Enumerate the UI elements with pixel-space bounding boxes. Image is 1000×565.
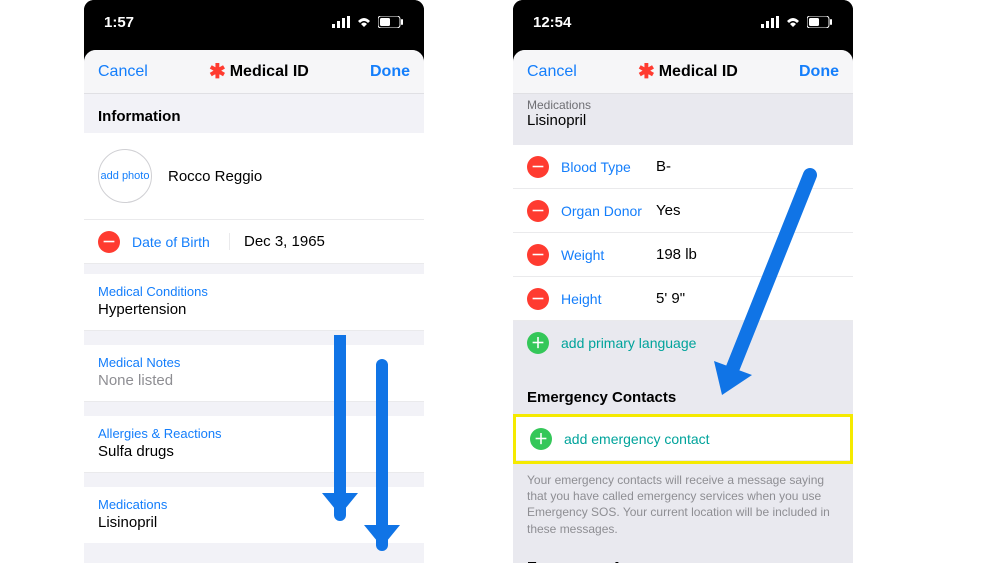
name-field[interactable]: Rocco Reggio bbox=[168, 168, 410, 185]
row-label: Organ Donor bbox=[561, 203, 656, 219]
section-header-information: Information bbox=[84, 94, 424, 133]
status-time: 12:54 bbox=[533, 14, 571, 31]
row-value[interactable]: B- bbox=[656, 158, 839, 175]
info-row-blood-type[interactable]: － Blood TypeB- bbox=[513, 145, 853, 189]
add-icon[interactable]: ＋ bbox=[527, 332, 549, 354]
section-header-contacts: Emergency Contacts bbox=[513, 365, 853, 414]
battery-icon bbox=[378, 16, 404, 28]
notes-value[interactable]: None listed bbox=[98, 372, 410, 389]
row-value[interactable]: 5' 9" bbox=[656, 290, 839, 307]
navbar: Cancel ✱ Medical ID Done bbox=[513, 50, 853, 94]
wifi-icon bbox=[785, 16, 801, 28]
allergies-label: Allergies & Reactions bbox=[98, 426, 410, 441]
row-label: Blood Type bbox=[561, 159, 656, 175]
medications-block[interactable]: Medications Lisinopril bbox=[84, 487, 424, 543]
add-icon[interactable]: ＋ bbox=[530, 428, 552, 450]
remove-icon[interactable]: － bbox=[527, 200, 549, 222]
title-text: Medical ID bbox=[659, 63, 738, 81]
cancel-button[interactable]: Cancel bbox=[98, 63, 148, 81]
status-icons bbox=[761, 16, 833, 28]
signal-icon bbox=[761, 16, 779, 28]
dob-label: Date of Birth bbox=[132, 234, 227, 250]
notes-label: Medical Notes bbox=[98, 355, 410, 370]
page-title: ✱ Medical ID bbox=[209, 62, 309, 82]
status-bar: 1:57 bbox=[84, 0, 424, 44]
section-header-access: Emergency Access bbox=[513, 549, 853, 563]
sheet: Cancel ✱ Medical ID Done Medications Lis… bbox=[513, 50, 853, 563]
navbar: Cancel ✱ Medical ID Done bbox=[84, 50, 424, 94]
done-button[interactable]: Done bbox=[370, 63, 410, 81]
phone-left: 1:57 Cancel ✱ Medical ID Done Informatio… bbox=[84, 0, 424, 563]
medications-peek: Medications Lisinopril bbox=[513, 94, 853, 135]
info-row-weight[interactable]: － Weight198 lb bbox=[513, 233, 853, 277]
medical-id-icon: ✱ bbox=[209, 62, 226, 82]
row-value[interactable]: Yes bbox=[656, 202, 839, 219]
conditions-value[interactable]: Hypertension bbox=[98, 301, 410, 318]
row-label: Weight bbox=[561, 247, 656, 263]
dob-value[interactable]: Dec 3, 1965 bbox=[229, 233, 410, 250]
add-language-row[interactable]: ＋ add primary language bbox=[513, 321, 853, 365]
allergies-block[interactable]: Allergies & Reactions Sulfa drugs bbox=[84, 416, 424, 473]
conditions-block[interactable]: Medical Conditions Hypertension bbox=[84, 274, 424, 331]
signal-icon bbox=[332, 16, 350, 28]
add-photo-label: add photo bbox=[101, 170, 150, 182]
row-value[interactable]: 198 lb bbox=[656, 246, 839, 263]
battery-icon bbox=[807, 16, 833, 28]
dob-row[interactable]: － Date of Birth Dec 3, 1965 bbox=[84, 220, 424, 264]
medications-peek-label: Medications bbox=[527, 98, 839, 112]
add-language-label: add primary language bbox=[561, 335, 696, 351]
sheet: Cancel ✱ Medical ID Done Information add… bbox=[84, 50, 424, 563]
done-button[interactable]: Done bbox=[799, 63, 839, 81]
conditions-label: Medical Conditions bbox=[98, 284, 410, 299]
cancel-button[interactable]: Cancel bbox=[527, 63, 577, 81]
medications-label: Medications bbox=[98, 497, 410, 512]
emergency-contacts-footnote: Your emergency contacts will receive a m… bbox=[513, 464, 853, 549]
add-emergency-contact-row[interactable]: ＋ add emergency contact bbox=[516, 417, 850, 461]
status-icons bbox=[332, 16, 404, 28]
add-contact-label: add emergency contact bbox=[564, 431, 710, 447]
wifi-icon bbox=[356, 16, 372, 28]
allergies-value[interactable]: Sulfa drugs bbox=[98, 443, 410, 460]
remove-icon[interactable]: － bbox=[527, 288, 549, 310]
medications-value[interactable]: Lisinopril bbox=[98, 514, 410, 531]
remove-icon[interactable]: － bbox=[98, 231, 120, 253]
remove-icon[interactable]: － bbox=[527, 244, 549, 266]
title-text: Medical ID bbox=[230, 63, 309, 81]
notes-block[interactable]: Medical Notes None listed bbox=[84, 345, 424, 402]
phone-right: 12:54 Cancel ✱ Medical ID Done Medicatio… bbox=[513, 0, 853, 563]
name-row[interactable]: add photo Rocco Reggio bbox=[84, 133, 424, 220]
add-photo-button[interactable]: add photo bbox=[98, 149, 152, 203]
info-row-height[interactable]: － Height5' 9" bbox=[513, 277, 853, 321]
status-time: 1:57 bbox=[104, 14, 134, 31]
status-bar: 12:54 bbox=[513, 0, 853, 44]
page-title: ✱ Medical ID bbox=[638, 62, 738, 82]
remove-icon[interactable]: － bbox=[527, 156, 549, 178]
medical-id-icon: ✱ bbox=[638, 62, 655, 82]
info-row-organ-donor[interactable]: － Organ DonorYes bbox=[513, 189, 853, 233]
row-label: Height bbox=[561, 291, 656, 307]
highlight-box: ＋ add emergency contact bbox=[513, 414, 853, 464]
medications-peek-value: Lisinopril bbox=[527, 112, 839, 129]
